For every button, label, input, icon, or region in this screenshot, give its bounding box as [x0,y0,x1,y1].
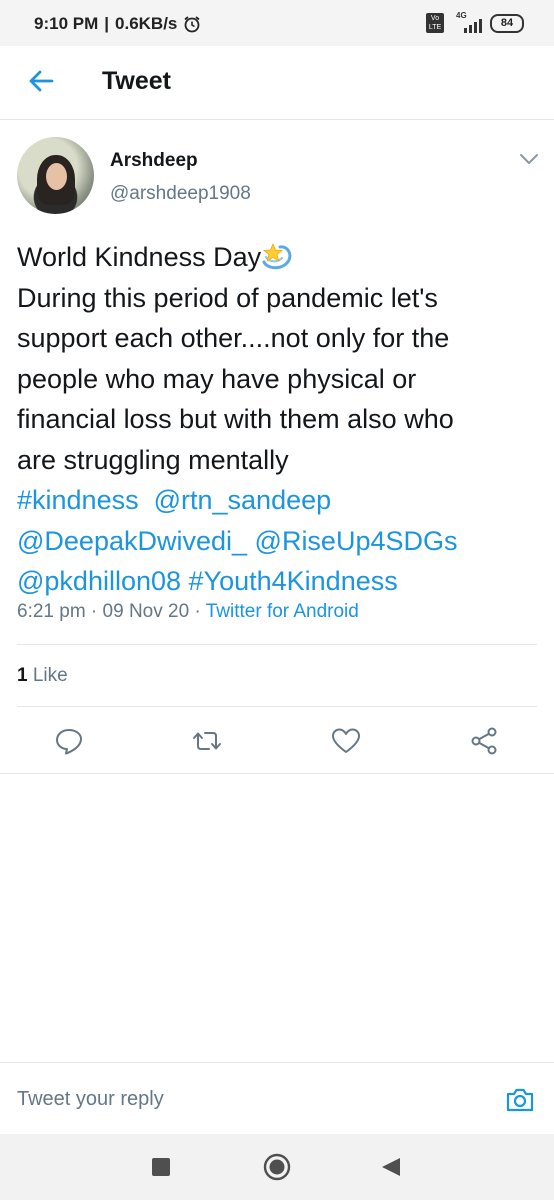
system-nav-bar [0,1134,554,1200]
avatar[interactable] [17,137,94,214]
hashtag-link[interactable]: #Youth4Kindness [189,566,398,596]
app-header: Tweet [0,46,554,120]
tweet-date: 09 Nov 20 [102,601,190,622]
tweet-line-tags: #kindness @rtn_sandeep [17,480,542,521]
mention-link[interactable]: @rtn_sandeep [154,485,332,515]
mention-link[interactable]: @DeepakDwivedi_ [17,526,247,556]
tweet-line: World Kindness Day [17,237,542,278]
tweet-source[interactable]: Twitter for Android [206,601,359,622]
retweet-icon[interactable] [192,726,222,756]
mention-link[interactable]: @pkdhillon08 [17,566,181,596]
camera-icon[interactable] [505,1085,535,1115]
tweet-line-tags: @DeepakDwivedi_ @RiseUp4SDGs [17,521,542,562]
status-divider: | [104,14,110,33]
chevron-down-icon[interactable] [519,152,539,166]
hashtag-link[interactable]: #kindness [17,485,139,515]
heart-icon[interactable] [331,726,361,756]
likes-number: 1 [17,665,28,686]
tweet-line: people who may have physical or [17,363,417,394]
page-title: Tweet [102,67,171,95]
status-bar: 9:10 PM | 0.6KB/s Vo LTE 4G 84 [0,0,554,46]
tweet-meta: 6:21 pm · 09 Nov 20 · Twitter for Androi… [17,601,359,622]
tweet-line-tags: @pkdhillon08 #Youth4Kindness [17,561,542,602]
share-icon[interactable] [469,726,499,756]
reply-icon[interactable] [54,726,84,756]
alarm-icon [184,16,200,33]
battery-icon: 84 [490,13,524,33]
likes-count[interactable]: 1 Like [17,665,68,687]
tweet-line: are struggling mentally [17,444,289,475]
divider [0,773,554,774]
tweet-line: During this period of pandemic let's [17,282,438,313]
reply-input[interactable]: Tweet your reply [17,1088,164,1111]
status-left: 9:10 PM | 0.6KB/s [34,14,201,34]
status-time: 9:10 PM [34,14,99,33]
recents-button[interactable] [152,1158,170,1176]
back-arrow-icon[interactable] [26,66,56,96]
divider [17,706,537,707]
tweet-time: 6:21 pm [17,601,86,622]
divider [17,644,537,645]
dizzy-emoji-icon [262,242,292,270]
tweet-line: financial loss but with them also who [17,404,454,434]
tweet-text: World Kindness Day During this period of… [17,237,542,602]
volte-icon: Vo LTE [426,13,444,33]
signal-icon: 4G [452,11,482,33]
likes-label: Like [32,665,68,686]
tweet-line: support each other....not only for the [17,323,450,353]
status-speed: 0.6KB/s [115,14,178,33]
tweet-line-text: World Kindness Day [17,242,262,272]
status-right: Vo LTE 4G 84 [426,11,524,33]
reply-bar: Tweet your reply [0,1062,554,1136]
home-button[interactable] [263,1153,291,1181]
author-name[interactable]: Arshdeep [110,150,198,172]
system-back-button[interactable] [380,1157,402,1177]
author-handle[interactable]: @arshdeep1908 [110,183,251,205]
mention-link[interactable]: @RiseUp4SDGs [255,526,458,556]
